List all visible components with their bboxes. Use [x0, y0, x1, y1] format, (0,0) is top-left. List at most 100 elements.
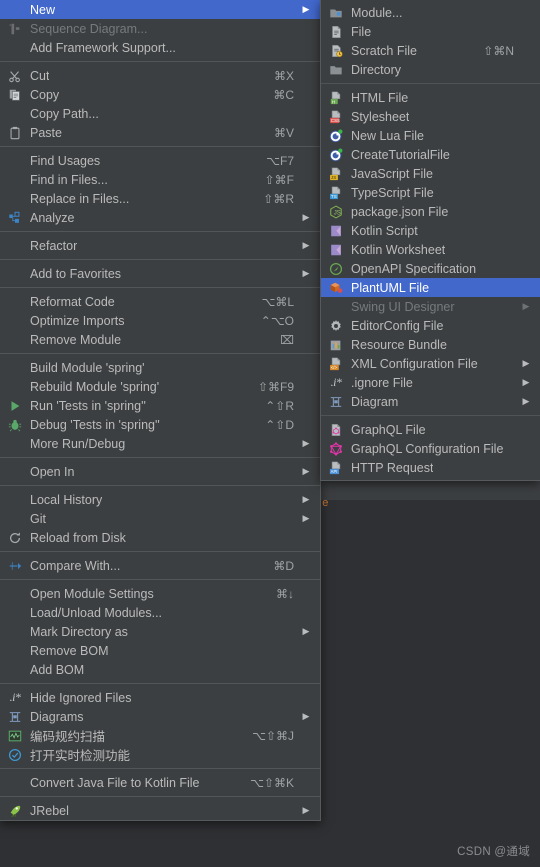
- menu-item-ignore-file[interactable]: .i* .ignore File ▶: [321, 373, 540, 392]
- menu-item-shortcut: ⌘V: [273, 125, 294, 140]
- menu-item-kotlin-worksheet[interactable]: Kotlin Worksheet: [321, 240, 540, 259]
- menu-item-打开实时检测功能[interactable]: 打开实时检测功能: [0, 745, 320, 764]
- menu-item-kotlin-script[interactable]: Kotlin Script: [321, 221, 540, 240]
- menu-item-replace-in-files[interactable]: Replace in Files... ⇧⌘R: [0, 189, 320, 208]
- menu-item-reformat-code[interactable]: Reformat Code ⌥⌘L: [0, 292, 320, 311]
- menu-item-add-framework-support[interactable]: Add Framework Support...: [0, 38, 320, 57]
- menu-item-load-unload-modules[interactable]: Load/Unload Modules...: [0, 603, 320, 622]
- menu-item-reload-from-disk[interactable]: Reload from Disk: [0, 528, 320, 547]
- svg-text:TS: TS: [331, 194, 337, 199]
- menu-item-编码规约扫描[interactable]: 编码规约扫描 ⌥⇧⌘J: [0, 726, 320, 745]
- no-icon: [4, 40, 26, 56]
- compare-icon: [4, 558, 26, 574]
- menu-item-compare-with[interactable]: Compare With... ⌘D: [0, 556, 320, 575]
- menu-item-hide-ignored-files[interactable]: .i* Hide Ignored Files: [0, 688, 320, 707]
- menu-item-local-history[interactable]: Local History ▶: [0, 490, 320, 509]
- menu-item-shortcut: ⌃⇧R: [265, 398, 294, 413]
- no-icon: [4, 436, 26, 452]
- analyze-icon: [4, 210, 26, 226]
- menu-item-label: GraphQL File: [351, 422, 426, 437]
- menu-item-remove-module[interactable]: Remove Module ⌧: [0, 330, 320, 349]
- chevron-right-icon: ▶: [522, 396, 530, 406]
- menu-item-open-module-settings[interactable]: Open Module Settings ⌘↓: [0, 584, 320, 603]
- menu-item-mark-directory-as[interactable]: Mark Directory as ▶: [0, 622, 320, 641]
- menu-item-xml-configuration-file[interactable]: </> XML Configuration File ▶: [321, 354, 540, 373]
- menu-item-plantuml-file[interactable]: PlantUML File: [321, 278, 540, 297]
- menu-item-jrebel[interactable]: JR JRebel ▶: [0, 801, 320, 820]
- menu-item-refactor[interactable]: Refactor ▶: [0, 236, 320, 255]
- menu-separator: [0, 579, 320, 580]
- menu-item-run-tests-in-spring[interactable]: Run 'Tests in 'spring'' ⌃⇧R: [0, 396, 320, 415]
- menu-item-add-bom[interactable]: Add BOM: [0, 660, 320, 679]
- context-menu[interactable]: New ▶ Sequence Diagram... Add Framework Sup…: [0, 0, 321, 821]
- new-submenu[interactable]: Module... File Scratch File ⇧⌘N Directory H HT…: [320, 0, 540, 481]
- menu-item-add-to-favorites[interactable]: Add to Favorites ▶: [0, 264, 320, 283]
- menu-item-git[interactable]: Git ▶: [0, 509, 320, 528]
- menu-separator: [0, 485, 320, 486]
- menu-item-rebuild-module-spring[interactable]: Rebuild Module 'spring' ⇧⌘F9: [0, 377, 320, 396]
- menu-item-stylesheet[interactable]: CSS Stylesheet: [321, 107, 540, 126]
- menu-item-typescript-file[interactable]: TS TypeScript File: [321, 183, 540, 202]
- menu-item-graphql-file[interactable]: GraphQL File: [321, 420, 540, 439]
- run-icon: [4, 398, 26, 414]
- menu-item-label: HTTP Request: [351, 460, 434, 475]
- plantuml-icon: [325, 280, 347, 296]
- chevron-right-icon: ▶: [302, 4, 310, 14]
- menu-item-more-run-debug[interactable]: More Run/Debug ▶: [0, 434, 320, 453]
- menu-item-http-request[interactable]: API HTTP Request: [321, 458, 540, 477]
- menu-item-optimize-imports[interactable]: Optimize Imports ⌃⌥O: [0, 311, 320, 330]
- menu-item-file[interactable]: File: [321, 22, 540, 41]
- menu-item-openapi-specification[interactable]: OpenAPI Specification: [321, 259, 540, 278]
- menu-item-find-in-files[interactable]: Find in Files... ⇧⌘F: [0, 170, 320, 189]
- menu-item-resource-bundle[interactable]: Resource Bundle: [321, 335, 540, 354]
- menu-item-debug-tests-in-spring[interactable]: Debug 'Tests in 'spring'' ⌃⇧D: [0, 415, 320, 434]
- menu-item-remove-bom[interactable]: Remove BOM: [0, 641, 320, 660]
- graphql-icon: [325, 441, 347, 457]
- menu-item-label: Reformat Code: [30, 294, 115, 309]
- no-icon: [4, 624, 26, 640]
- menu-item-label: 打开实时检测功能: [30, 749, 131, 763]
- menu-item-convert-java-file-to-kotlin-file[interactable]: Convert Java File to Kotlin File ⌥⇧⌘K: [0, 773, 320, 792]
- editor-code-fragment: e: [322, 498, 329, 510]
- menu-item-copy-path[interactable]: Copy Path...: [0, 104, 320, 123]
- chevron-right-icon: ▶: [522, 377, 530, 387]
- menu-item-find-usages[interactable]: Find Usages ⌥F7: [0, 151, 320, 170]
- menu-item-javascript-file[interactable]: JS JavaScript File: [321, 164, 540, 183]
- chevron-right-icon: ▶: [302, 438, 310, 448]
- menu-separator: [0, 259, 320, 260]
- lua-file-icon: [325, 128, 347, 144]
- copy-icon: [4, 87, 26, 103]
- menu-item-label: Local History: [30, 492, 103, 507]
- menu-item-editorconfig-file[interactable]: EditorConfig File: [321, 316, 540, 335]
- menu-item-new[interactable]: New ▶: [0, 0, 320, 19]
- menu-item-html-file[interactable]: H HTML File: [321, 88, 540, 107]
- menu-item-shortcut: ⌃⌥O: [260, 313, 294, 328]
- menu-item-paste[interactable]: Paste ⌘V: [0, 123, 320, 142]
- menu-separator: [0, 683, 320, 684]
- menu-item-label: Load/Unload Modules...: [30, 605, 163, 620]
- menu-item-label: Reload from Disk: [30, 530, 126, 545]
- menu-item-diagram[interactable]: Diagram ▶: [321, 392, 540, 411]
- menu-item-label: Kotlin Worksheet: [351, 242, 446, 257]
- menu-item-label: Add BOM: [30, 662, 85, 677]
- menu-item-package-json-file[interactable]: JS package.json File: [321, 202, 540, 221]
- menu-item-open-in[interactable]: Open In ▶: [0, 462, 320, 481]
- menu-item-scratch-file[interactable]: Scratch File ⇧⌘N: [321, 41, 540, 60]
- menu-item-diagrams[interactable]: Diagrams ▶: [0, 707, 320, 726]
- menu-separator: [321, 83, 540, 84]
- menu-item-analyze[interactable]: Analyze ▶: [0, 208, 320, 227]
- menu-item-label: Debug 'Tests in 'spring'': [30, 417, 160, 432]
- chevron-right-icon: ▶: [522, 358, 530, 368]
- chevron-right-icon: ▶: [302, 212, 310, 222]
- menu-item-createtutorialfile[interactable]: CreateTutorialFile: [321, 145, 540, 164]
- menu-item-copy[interactable]: Copy ⌘C: [0, 85, 320, 104]
- menu-item-label: 编码规约扫描: [30, 730, 106, 744]
- menu-item-module[interactable]: Module...: [321, 3, 540, 22]
- menu-item-graphql-configuration-file[interactable]: GraphQL Configuration File: [321, 439, 540, 458]
- menu-item-label: Sequence Diagram...: [30, 21, 148, 36]
- menu-item-cut[interactable]: Cut ⌘X: [0, 66, 320, 85]
- menu-item-new-lua-file[interactable]: New Lua File: [321, 126, 540, 145]
- menu-item-directory[interactable]: Directory: [321, 60, 540, 79]
- menu-separator: [0, 61, 320, 62]
- menu-item-build-module-spring[interactable]: Build Module 'spring': [0, 358, 320, 377]
